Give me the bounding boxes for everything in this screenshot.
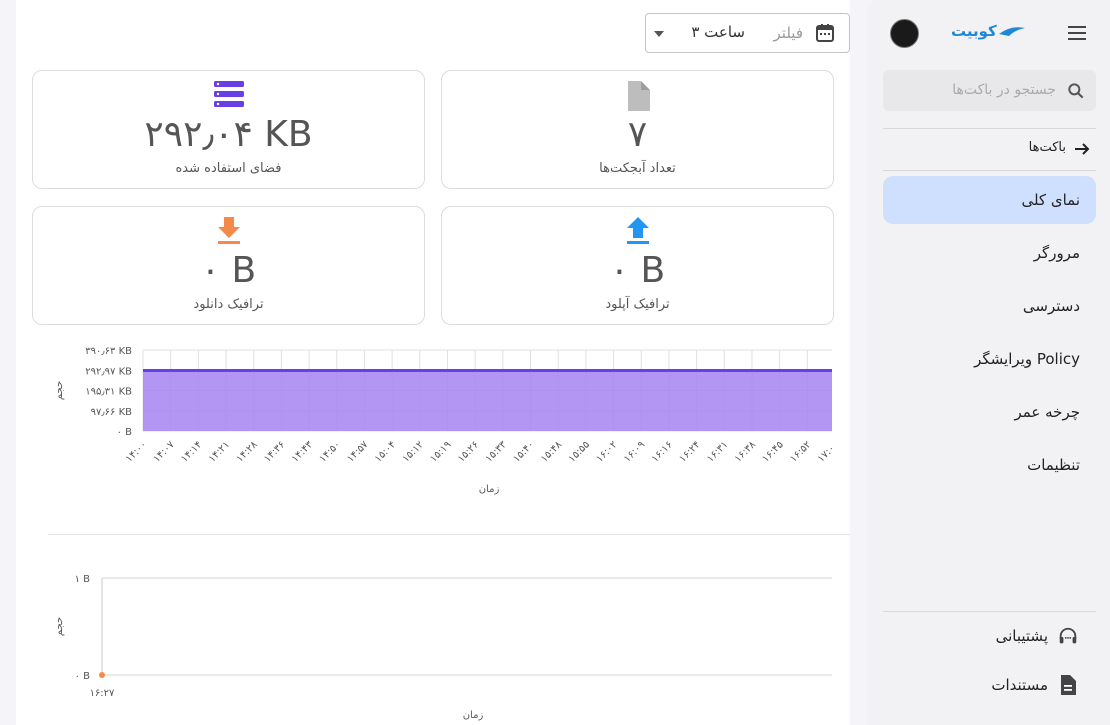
filter-value: ۳ ساعت — [691, 23, 745, 41]
file-icon — [627, 81, 650, 111]
x-tick-label: ۱۶:۲۷ — [90, 688, 115, 699]
divider — [883, 611, 1096, 612]
x-tick-label: ۱۴:۴۳ — [290, 439, 316, 465]
download-traffic-card: ۰ B ترافیک دانلود — [32, 206, 425, 325]
area-fill — [143, 370, 832, 431]
x-tick-label: ۱۴:۵۰ — [318, 439, 343, 464]
brand-logo[interactable]: کوبیت — [951, 22, 1025, 40]
x-tick-label: ۱۶:۰۲ — [594, 439, 619, 464]
object-count-card: ۷ تعداد آبجکت‌ها — [441, 70, 834, 189]
upload-traffic-label: ترافیک آپلود — [605, 297, 670, 312]
arrow-right-icon — [1075, 143, 1090, 155]
x-tick-label: ۱۴:۳۶ — [262, 439, 287, 464]
headset-icon — [1059, 627, 1077, 644]
x-tick-label: ۱۵:۰۴ — [373, 439, 398, 464]
x-tick-label: ۱۴:۵۷ — [345, 439, 371, 465]
x-tick-label: ۱۵:۴۰ — [511, 439, 536, 464]
document-icon — [1061, 675, 1076, 695]
x-tick-label: ۱۵:۱۹ — [428, 439, 453, 464]
x-tick-label: ۱۶:۳۱ — [705, 439, 730, 464]
sidebar: کوبیت جستجو در باکت‌ها باکت‌ها نمای کلی … — [867, 0, 1110, 725]
nav-policy-editor[interactable]: ویرایشگر Policy — [883, 335, 1096, 383]
buckets-link[interactable]: باکت‌ها — [1029, 140, 1090, 155]
brand-name: کوبیت — [951, 22, 997, 40]
x-tick-label: ۱۷:۰۰ — [816, 439, 832, 464]
calendar-icon — [816, 24, 834, 42]
y-axis-label: حجم — [54, 617, 65, 636]
x-tick-label: ۱۴:۰۰ — [124, 439, 149, 464]
x-tick-label: ۱۵:۵۵ — [567, 439, 592, 464]
nav-overview[interactable]: نمای کلی — [883, 176, 1096, 224]
y-axis-label: حجم — [54, 381, 65, 400]
x-tick-label: ۱۶:۵۲ — [788, 439, 813, 464]
x-tick-label: ۱۶:۲۴ — [677, 439, 702, 464]
upload-traffic-value: ۰ B — [609, 250, 666, 291]
x-tick-label: ۱۴:۱۴ — [179, 439, 204, 464]
x-tick-label: ۱۶:۴۵ — [760, 439, 785, 464]
divider — [883, 170, 1096, 171]
bucket-search-input[interactable]: جستجو در باکت‌ها — [883, 70, 1096, 111]
x-tick-label: ۱۶:۳۸ — [733, 439, 759, 465]
used-space-label: فضای استفاده شده — [175, 161, 282, 176]
nav-settings[interactable]: تنظیمات — [883, 441, 1096, 489]
x-axis-label: زمان — [479, 484, 500, 495]
y-tick-label: ۲۹۲٫۹۷ KB — [85, 366, 132, 377]
x-tick-label: ۱۵:۱۲ — [401, 439, 426, 464]
x-tick-label: ۱۶:۰۹ — [622, 439, 647, 464]
avatar[interactable] — [890, 19, 919, 48]
nav-browser[interactable]: مرورگر — [883, 229, 1096, 277]
filter-placeholder: فیلتر — [773, 24, 803, 42]
y-tick-label: ۳۹۰٫۶۳ KB — [85, 346, 132, 357]
menu-icon[interactable] — [1068, 26, 1086, 44]
y-tick-label: ۱۹۵٫۳۱ KB — [85, 387, 132, 398]
x-tick-label: ۱۵:۳۳ — [484, 439, 510, 465]
chevron-down-icon — [654, 31, 664, 37]
search-placeholder: جستجو در باکت‌ها — [952, 82, 1056, 98]
wing-icon — [999, 27, 1025, 36]
download-icon — [217, 217, 240, 244]
x-axis-label: زمان — [463, 710, 484, 721]
storage-icon — [213, 81, 244, 107]
divider — [883, 128, 1096, 129]
upload-traffic-card: ۰ B ترافیک آپلود — [441, 206, 834, 325]
download-traffic-label: ترافیک دانلود — [193, 297, 264, 312]
x-tick-label: ۱۴:۰۷ — [151, 439, 177, 465]
x-tick-label: ۱۵:۲۶ — [456, 439, 481, 464]
data-point — [99, 672, 105, 678]
section-divider — [48, 534, 850, 535]
x-tick-label: ۱۴:۲۸ — [234, 439, 260, 465]
y-tick-label: ۰ B — [117, 427, 133, 438]
y-tick-label: ۹۷٫۶۶ KB — [91, 407, 132, 418]
used-space-value: ۲۹۲٫۰۴ KB — [144, 114, 313, 155]
download-traffic-value: ۰ B — [200, 250, 257, 291]
used-space-card: ۲۹۲٫۰۴ KB فضای استفاده شده — [32, 70, 425, 189]
upload-icon — [626, 217, 649, 244]
y-tick-label: ۰ B — [75, 671, 91, 682]
y-tick-label: ۱ B — [75, 574, 91, 585]
x-tick-label: ۱۴:۲۱ — [207, 439, 232, 464]
nav-access[interactable]: دسترسی — [883, 282, 1096, 330]
search-icon — [1068, 83, 1084, 99]
object-count-value: ۷ — [627, 114, 648, 155]
x-tick-label: ۱۶:۱۶ — [650, 439, 675, 464]
time-filter-select[interactable]: فیلتر ۳ ساعت — [645, 13, 850, 53]
x-tick-label: ۱۵:۴۸ — [539, 439, 565, 465]
main-content: فیلتر ۳ ساعت ۲۹۲٫۰۴ KB فضای استفاده شده … — [16, 0, 850, 725]
object-count-label: تعداد آبجکت‌ها — [599, 161, 676, 176]
traffic-chart: ۰ B ۱ B ۱۶:۲۷ حجم زمان — [54, 574, 832, 721]
storage-usage-chart: ۰ B ۹۷٫۶۶ KB ۱۹۵٫۳۱ KB ۲۹۲٫۹۷ KB ۳۹۰٫۶۳ KB ۱۴… — [54, 346, 832, 495]
nav-lifecycle[interactable]: چرخه عمر — [883, 388, 1096, 436]
